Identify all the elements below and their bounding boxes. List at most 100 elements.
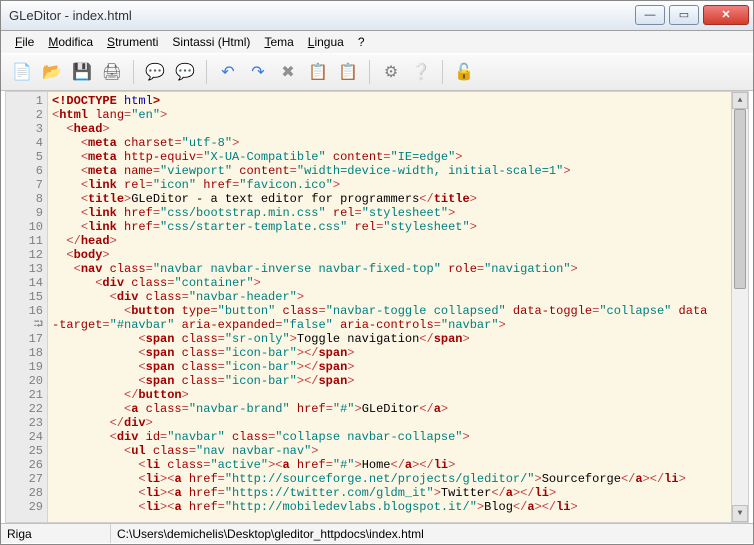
line-number: 6 <box>6 164 43 178</box>
toolbar: 📄📂💾🖨💬💬↶↷✖📋📋⚙❔🔓 <box>1 53 753 91</box>
line-number: 17 <box>6 332 43 346</box>
menu-tema[interactable]: Tema <box>258 33 299 51</box>
copy-icon[interactable]: 📋 <box>305 59 331 85</box>
code-line[interactable]: </div> <box>52 416 727 430</box>
print-icon[interactable]: 🖨 <box>99 59 125 85</box>
line-number: 29 <box>6 500 43 514</box>
code-line[interactable]: </button> <box>52 388 727 402</box>
code-line[interactable]: -target="#navbar" aria-expanded="false" … <box>52 318 727 332</box>
code-line[interactable]: </head> <box>52 234 727 248</box>
code-line[interactable]: <div class="container"> <box>52 276 727 290</box>
line-number: 8 <box>6 192 43 206</box>
code-editor[interactable]: 12345678910111213141516⮒1718192021222324… <box>5 91 749 523</box>
save-icon[interactable]: 💾 <box>69 59 95 85</box>
menu-file[interactable]: File <box>9 33 40 51</box>
menu-modifica[interactable]: Modifica <box>42 33 99 51</box>
line-number-gutter: 12345678910111213141516⮒1718192021222324… <box>6 92 48 522</box>
code-line[interactable]: <span class="icon-bar"></span> <box>52 360 727 374</box>
code-line[interactable]: <li><a href="https://twitter.com/gldm_it… <box>52 486 727 500</box>
menu-strumenti[interactable]: Strumenti <box>101 33 164 51</box>
code-line[interactable]: <!DOCTYPE html> <box>52 94 727 108</box>
code-line[interactable]: <meta name="viewport" content="width=dev… <box>52 164 727 178</box>
line-number: 5 <box>6 150 43 164</box>
toolbar-separator <box>369 60 370 84</box>
status-file-path: C:\Users\demichelis\Desktop\gleditor_htt… <box>111 527 753 541</box>
code-line[interactable]: <ul class="nav navbar-nav"> <box>52 444 727 458</box>
code-line[interactable]: <html lang="en"> <box>52 108 727 122</box>
paste-icon[interactable]: 📋 <box>335 59 361 85</box>
line-number: 27 <box>6 472 43 486</box>
line-number: 14 <box>6 276 43 290</box>
code-line[interactable]: <meta charset="utf-8"> <box>52 136 727 150</box>
line-number: 25 <box>6 444 43 458</box>
code-line[interactable]: <li><a href="http://mobiledevlabs.blogsp… <box>52 500 727 514</box>
maximize-button[interactable]: ▭ <box>669 5 699 25</box>
line-number: 4 <box>6 136 43 150</box>
code-line[interactable]: <meta http-equiv="X-UA-Compatible" conte… <box>52 150 727 164</box>
toolbar-separator <box>442 60 443 84</box>
cut-icon[interactable]: ✖ <box>275 59 301 85</box>
code-line[interactable]: <span class="icon-bar"></span> <box>52 346 727 360</box>
line-number: 15 <box>6 290 43 304</box>
line-number: 23 <box>6 416 43 430</box>
code-line[interactable]: <div class="navbar-header"> <box>52 290 727 304</box>
titlebar: GLeDitor - index.html — ▭ ✕ <box>1 1 753 31</box>
line-number: ⮒ <box>6 318 43 332</box>
code-line[interactable]: <title>GLeDitor - a text editor for prog… <box>52 192 727 206</box>
line-number: 3 <box>6 122 43 136</box>
statusbar: Riga C:\Users\demichelis\Desktop\gledito… <box>1 523 753 543</box>
scroll-up-button[interactable]: ▲ <box>732 92 748 109</box>
code-line[interactable]: <a class="navbar-brand" href="#">GLeDito… <box>52 402 727 416</box>
comment-alt-icon[interactable]: 💬 <box>172 59 198 85</box>
line-number: 19 <box>6 360 43 374</box>
redo-icon[interactable]: ↷ <box>245 59 271 85</box>
minimize-button[interactable]: — <box>635 5 665 25</box>
vertical-scrollbar[interactable]: ▲ ▼ <box>731 92 748 522</box>
menu-sintassi-html-[interactable]: Sintassi (Html) <box>166 33 256 51</box>
window-controls: — ▭ ✕ <box>631 5 749 27</box>
comment-icon[interactable]: 💬 <box>142 59 168 85</box>
line-number: 1 <box>6 94 43 108</box>
line-number: 12 <box>6 248 43 262</box>
line-number: 13 <box>6 262 43 276</box>
line-number: 9 <box>6 206 43 220</box>
code-line[interactable]: <link href="css/starter-template.css" re… <box>52 220 727 234</box>
open-file-icon[interactable]: 📂 <box>39 59 65 85</box>
code-line[interactable]: <head> <box>52 122 727 136</box>
menubar: FileModificaStrumentiSintassi (Html)Tema… <box>1 31 753 53</box>
toolbar-separator <box>133 60 134 84</box>
line-number: 11 <box>6 234 43 248</box>
settings-icon[interactable]: ⚙ <box>378 59 404 85</box>
line-number: 20 <box>6 374 43 388</box>
code-line[interactable]: <nav class="navbar navbar-inverse navbar… <box>52 262 727 276</box>
window-title: GLeDitor - index.html <box>9 8 631 23</box>
scroll-down-button[interactable]: ▼ <box>732 505 748 522</box>
line-number: 26 <box>6 458 43 472</box>
code-line[interactable]: <span class="sr-only">Toggle navigation<… <box>52 332 727 346</box>
line-number: 7 <box>6 178 43 192</box>
code-line[interactable]: <li><a href="http://sourceforge.net/proj… <box>52 472 727 486</box>
unlock-icon[interactable]: 🔓 <box>451 59 477 85</box>
new-file-icon[interactable]: 📄 <box>9 59 35 85</box>
line-number: 18 <box>6 346 43 360</box>
code-area[interactable]: <!DOCTYPE html><html lang="en"> <head> <… <box>48 92 731 522</box>
close-button[interactable]: ✕ <box>703 5 749 25</box>
code-line[interactable]: <div id="navbar" class="collapse navbar-… <box>52 430 727 444</box>
line-number: 16 <box>6 304 43 318</box>
toolbar-separator <box>206 60 207 84</box>
code-line[interactable]: <li class="active"><a href="#">Home</a><… <box>52 458 727 472</box>
status-line-label: Riga <box>1 524 111 543</box>
code-line[interactable]: <body> <box>52 248 727 262</box>
code-line[interactable]: <link href="css/bootstrap.min.css" rel="… <box>52 206 727 220</box>
line-number: 24 <box>6 430 43 444</box>
scroll-thumb[interactable] <box>734 109 746 289</box>
menu--[interactable]: ? <box>352 33 371 51</box>
menu-lingua[interactable]: Lingua <box>302 33 350 51</box>
code-line[interactable]: <button type="button" class="navbar-togg… <box>52 304 727 318</box>
help-icon[interactable]: ❔ <box>408 59 434 85</box>
undo-icon[interactable]: ↶ <box>215 59 241 85</box>
line-number: 21 <box>6 388 43 402</box>
code-line[interactable]: <link rel="icon" href="favicon.ico"> <box>52 178 727 192</box>
code-line[interactable]: <span class="icon-bar"></span> <box>52 374 727 388</box>
line-number: 22 <box>6 402 43 416</box>
